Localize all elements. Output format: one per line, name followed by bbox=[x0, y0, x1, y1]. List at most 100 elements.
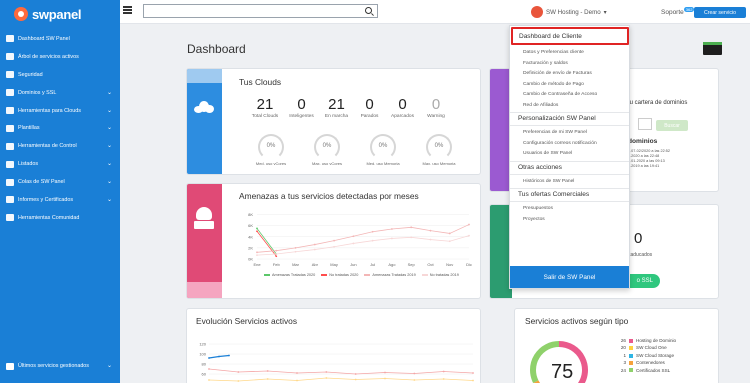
page-title: Dashboard bbox=[187, 42, 246, 56]
dropdown-separator bbox=[510, 112, 629, 113]
threats-chart: 0K 2K 4K 6K 8K Ene Feb Mar Abr May Jun Jul Ago Sep Oct… bbox=[248, 212, 472, 267]
sidebar-item-label: Seguridad bbox=[18, 71, 43, 78]
dropdown-item-usuarios-de-sw-panel[interactable]: Usuarios de SW Panel bbox=[523, 151, 572, 156]
y-tick-label: 8K bbox=[248, 212, 253, 217]
sidebar-item-label: Dominios y SSL bbox=[18, 89, 57, 96]
x-tick-label: Ago bbox=[388, 262, 396, 267]
sidebar-item-label: Plantillas bbox=[18, 125, 40, 132]
sidebar-item-herramientas-de-control[interactable]: Herramientas de Control ⌄ bbox=[0, 137, 120, 155]
data-point bbox=[354, 378, 357, 381]
sidebar-item-last-managed[interactable]: Últimos servicios gestionados ⌄ bbox=[0, 357, 120, 375]
legend-label: Amenazas Tratadas 2020 bbox=[272, 273, 316, 277]
sidebar-item-seguridad[interactable]: Seguridad bbox=[0, 66, 120, 84]
stat-value: 0 bbox=[431, 96, 441, 113]
informes-y-certificados-icon bbox=[6, 196, 14, 204]
dropdown-item-facturacion-y-saldos[interactable]: Facturación y saldos bbox=[523, 61, 568, 66]
sidebar-item-informes-y-certificados[interactable]: Informes y Certificados ⌄ bbox=[0, 191, 120, 209]
service-row-certificados-ssl: 24 Certificados SSL bbox=[618, 367, 676, 374]
sidebar-item-colas-de-sw-panel[interactable]: Colas de SW Panel ⌄ bbox=[0, 173, 120, 191]
x-tick-label: Jul bbox=[370, 262, 375, 267]
legend-swatch bbox=[421, 274, 428, 276]
domain-line: ...2019 a las 19:41 bbox=[628, 164, 660, 168]
service-row-sw-cloud-one: 20 SW Cloud One bbox=[618, 344, 676, 351]
legend-label: No tratadas 2019 bbox=[429, 273, 459, 277]
dropdown-item-client-dashboard[interactable]: Dashboard de Cliente bbox=[511, 27, 629, 45]
menu-icon[interactable] bbox=[123, 6, 132, 14]
sidebar-item-label: Árbol de servicios activos bbox=[18, 53, 79, 60]
series-line-no-tratadas-2019 bbox=[256, 235, 470, 256]
evolution-title: Evolución Servicios activos bbox=[196, 316, 298, 326]
domains-search-button[interactable]: Buscar bbox=[656, 120, 688, 131]
dropdown-item-configuracion-correos-notificacion[interactable]: Configuración correos notificación bbox=[523, 141, 597, 146]
sidebar-item-dominios-y-ssl[interactable]: Dominios y SSL ⌄ bbox=[0, 84, 120, 102]
logout-button[interactable]: Salir de SW Panel bbox=[510, 266, 629, 288]
data-point bbox=[275, 255, 278, 258]
series-line-amenazas-tratadas-2019 bbox=[256, 224, 470, 253]
data-point bbox=[296, 372, 298, 374]
x-tick-label: Oct bbox=[427, 262, 434, 267]
data-point bbox=[413, 372, 416, 375]
stat-value: 0 bbox=[297, 96, 306, 113]
clouds-stats: 21 Total Clouds 0 Inteligentes 21 En marcha 0 P… bbox=[245, 96, 451, 119]
cloud-icon bbox=[194, 101, 214, 113]
search-input[interactable] bbox=[144, 5, 354, 17]
legend-item: Amenazas Tratadas 2020 bbox=[264, 273, 315, 277]
seguridad-icon bbox=[6, 71, 14, 79]
sidebar-item-label: Dashboard SW Panel bbox=[18, 35, 70, 42]
dropdown-heading-otras-acciones: Otras acciones bbox=[518, 163, 562, 171]
dropdown-item-red-de-afiliados[interactable]: Red de Afiliados bbox=[523, 103, 558, 108]
legend-swatch bbox=[264, 274, 270, 276]
caret-down-icon: ▾ bbox=[603, 8, 607, 16]
data-point bbox=[429, 229, 432, 232]
sidebar-item-dashboard-sw-panel[interactable]: Dashboard SW Panel bbox=[0, 30, 120, 48]
sidebar-item-herramientas-comunidad[interactable]: Herramientas Comunidad bbox=[0, 209, 120, 227]
data-point bbox=[313, 248, 316, 251]
sidebar-item-herramientas-para-clouds[interactable]: Herramientas para Clouds ⌄ bbox=[0, 102, 120, 120]
account-dropdown: Dashboard de Cliente Salir de SW Panel D… bbox=[509, 25, 630, 289]
dropdown-item-presupuestos[interactable]: Presupuestos bbox=[523, 206, 553, 211]
clouds-title: Tus Clouds bbox=[239, 77, 282, 87]
dropdown-item-datos-y-preferencias-cliente[interactable]: Datos y Preferencias cliente bbox=[523, 50, 584, 55]
data-point bbox=[468, 234, 470, 237]
account-avatar-icon bbox=[531, 6, 543, 18]
sidebar-item-label: Listados bbox=[18, 161, 39, 168]
sidebar-item-plantillas[interactable]: Plantillas ⌄ bbox=[0, 119, 120, 137]
gauge-label: Med. uso Memoria bbox=[366, 161, 400, 166]
threats-legend: Amenazas Tratadas 2020 No tratadas 2020 Am… bbox=[264, 273, 460, 277]
data-point bbox=[333, 239, 335, 242]
y-tick-label: 0K bbox=[248, 257, 253, 262]
services-total: 75 bbox=[551, 361, 574, 383]
service-swatch bbox=[629, 353, 633, 358]
y-tick-label: 80 bbox=[202, 362, 207, 367]
service-row-hosting-de-dominio: 26 Hosting de Dominio bbox=[618, 337, 676, 344]
data-point bbox=[448, 232, 451, 235]
chevron-down-icon: ⌄ bbox=[106, 197, 112, 204]
dropdown-item-preferencias-de-mi-sw-panel[interactable]: Preferencias de mi SW Panel bbox=[523, 130, 587, 135]
dropdown-item-historicos-de-sw-panel[interactable]: Históricos de SW Panel bbox=[523, 179, 574, 184]
status-bar bbox=[703, 42, 722, 45]
x-tick-label: Dic bbox=[466, 262, 472, 267]
dropdown-heading-personalizacion-sw-panel: Personalización SW Panel bbox=[518, 115, 596, 122]
domains-subtitle: dominios bbox=[628, 138, 658, 145]
sidebar: swpanel Dashboard SW Panel Árbol de servi… bbox=[0, 0, 120, 383]
create-service-button[interactable]: Crear servicio bbox=[694, 7, 746, 18]
chevron-down-icon: ⌄ bbox=[106, 107, 112, 114]
y-tick-label: 100 bbox=[199, 352, 206, 357]
search-icon[interactable] bbox=[365, 7, 372, 14]
sidebar-item-listados[interactable]: Listados ⌄ bbox=[0, 155, 120, 173]
dropdown-item-proyectos[interactable]: Proyectos bbox=[523, 217, 545, 222]
dropdown-item-cambio-de-metodo-de-pago[interactable]: Cambio de método de Pago bbox=[523, 82, 584, 87]
dropdown-item-definicion-de-envio-de-facturas[interactable]: Definición de envío de Facturas bbox=[523, 71, 592, 76]
data-point bbox=[410, 236, 413, 239]
logo[interactable]: swpanel bbox=[0, 0, 120, 28]
status-widget[interactable] bbox=[703, 42, 722, 55]
service-count: 24 bbox=[620, 367, 626, 373]
domain-select[interactable] bbox=[638, 118, 652, 130]
sidebar-item-label: Herramientas de Control bbox=[18, 143, 77, 150]
data-point bbox=[429, 238, 432, 241]
dropdown-item-cambio-de-contrasena-de-acceso[interactable]: Cambio de Contraseña de Acceso bbox=[523, 92, 597, 97]
legend-item: Amenazas Tratadas 2019 bbox=[364, 273, 416, 277]
account-menu[interactable]: SW Hosting - Demo ▾ bbox=[531, 6, 607, 18]
sidebar-item-arbol-de-servicios-activos[interactable]: Árbol de servicios activos bbox=[0, 48, 120, 66]
data-point bbox=[442, 370, 445, 373]
